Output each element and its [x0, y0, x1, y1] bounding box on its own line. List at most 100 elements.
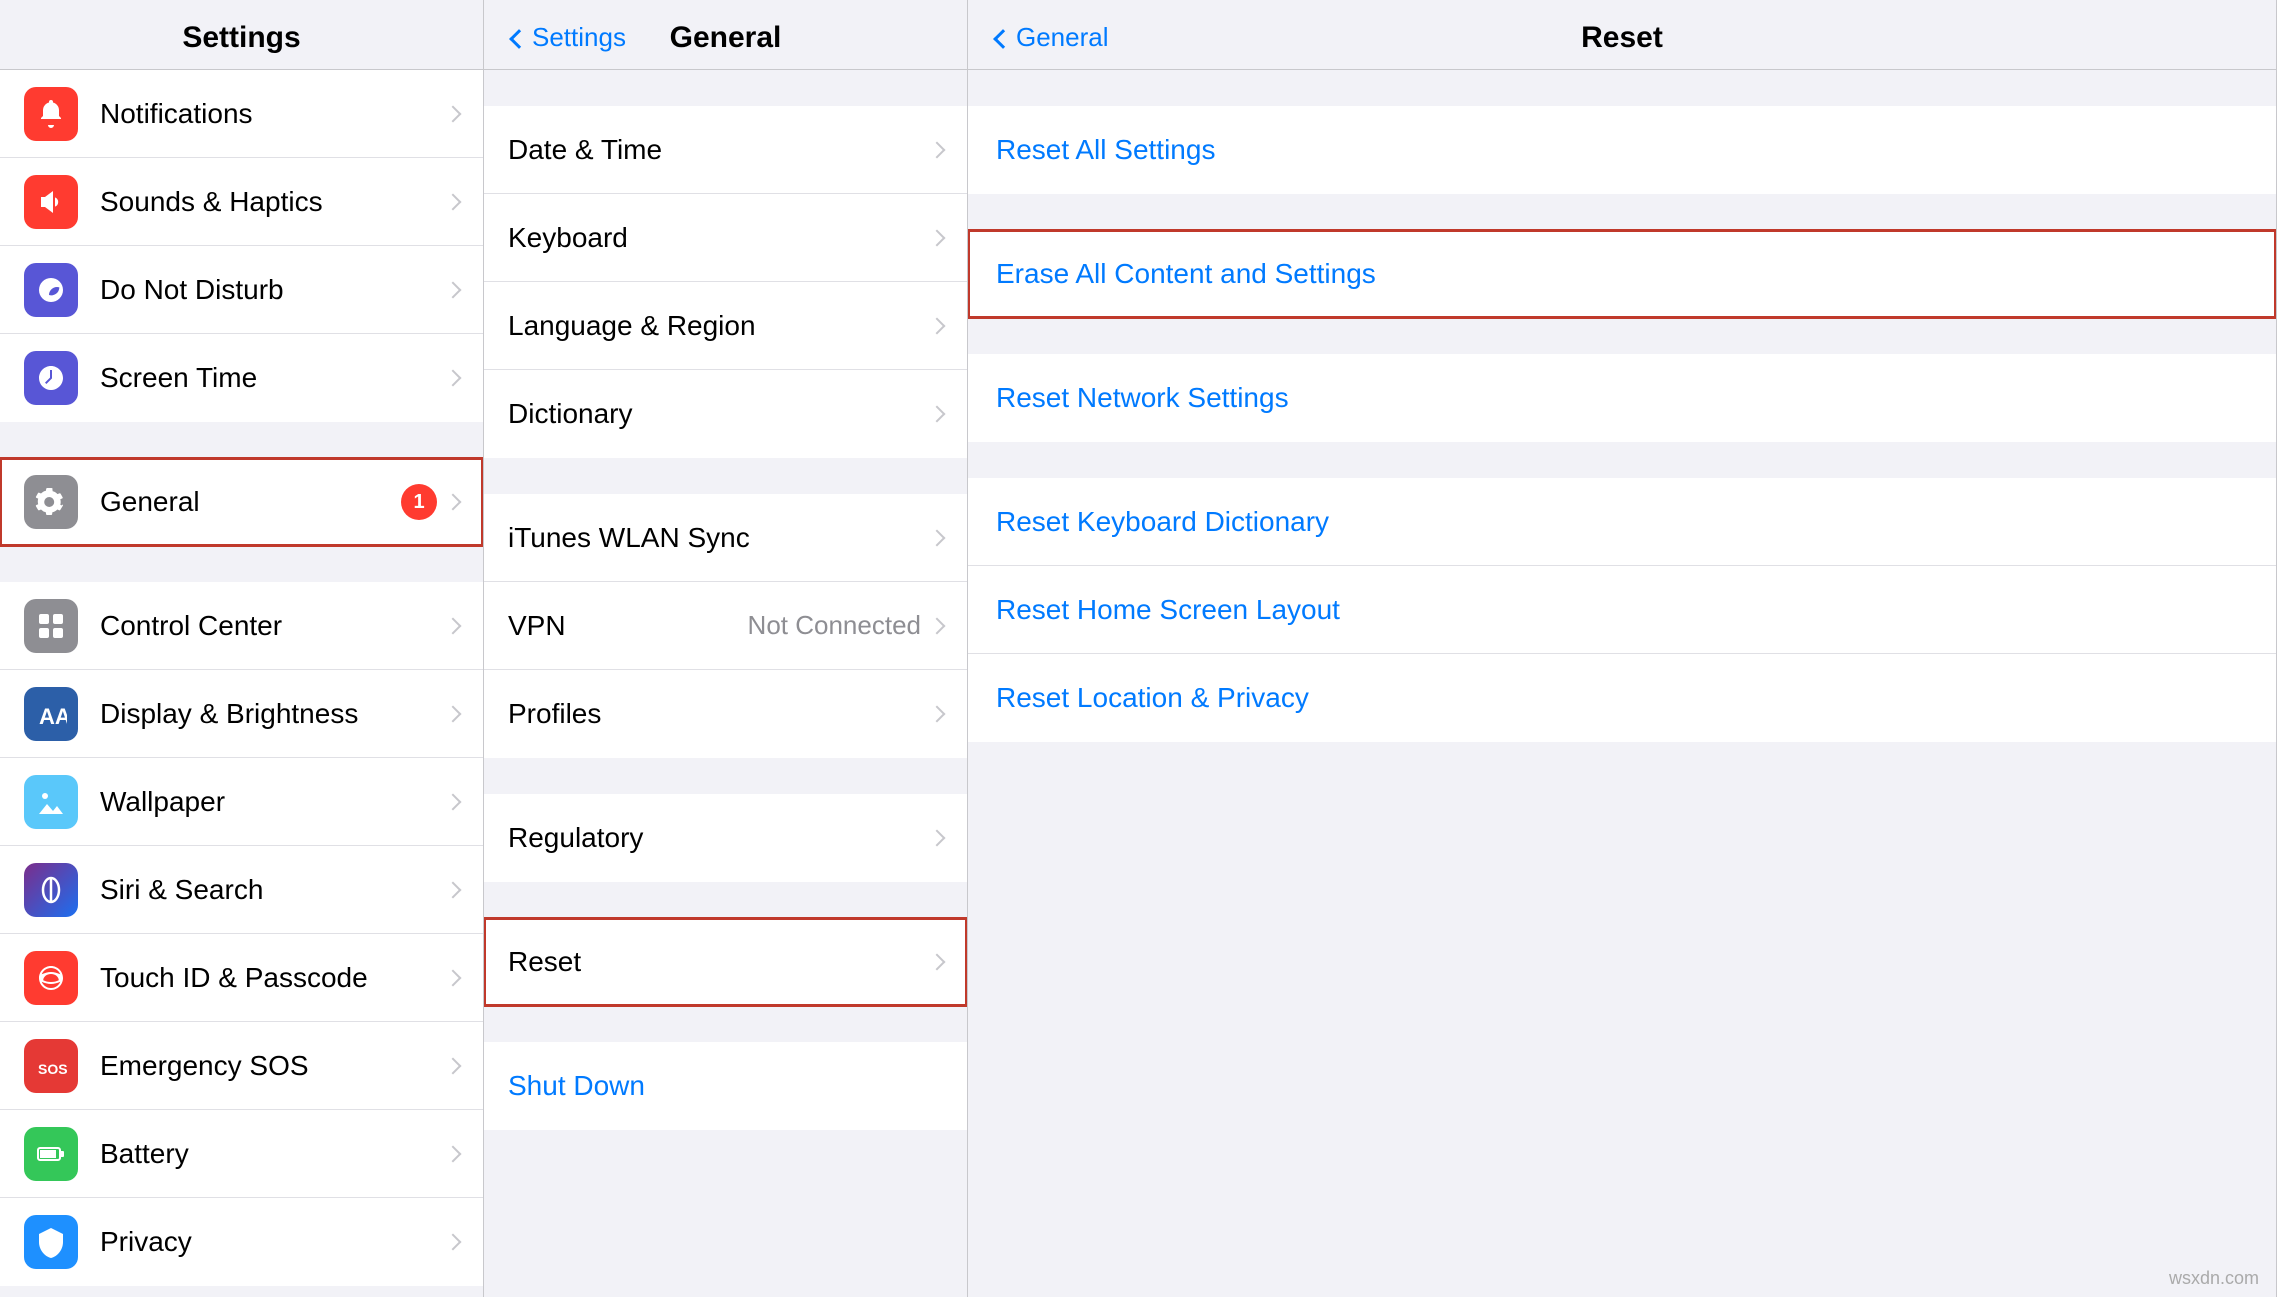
reset-label: Reset — [508, 946, 931, 978]
reset-row-erase-all[interactable]: Erase All Content and Settings — [968, 230, 2276, 318]
settings-row-sounds[interactable]: Sounds & Haptics — [0, 158, 483, 246]
siri-icon — [24, 863, 78, 917]
dictionary-chevron — [929, 406, 946, 423]
reset-panel-header: General Reset — [968, 0, 2276, 70]
general-list: Date & Time Keyboard Language & Region D… — [484, 70, 967, 1297]
settings-title: Settings — [182, 21, 300, 55]
date-time-label: Date & Time — [508, 134, 931, 166]
profiles-label: Profiles — [508, 698, 931, 730]
back-chevron-icon — [509, 29, 529, 49]
siri-chevron — [445, 881, 462, 898]
watermark: wsxdn.com — [2169, 1268, 2259, 1289]
screen-time-chevron — [445, 370, 462, 387]
general-row-regulatory[interactable]: Regulatory — [484, 794, 967, 882]
reset-row-keyboard-dict[interactable]: Reset Keyboard Dictionary — [968, 478, 2276, 566]
settings-group-general: General 1 — [0, 458, 483, 546]
reset-group-2: Erase All Content and Settings — [968, 230, 2276, 318]
sounds-label: Sounds & Haptics — [100, 186, 447, 218]
reset-row-location[interactable]: Reset Location & Privacy — [968, 654, 2276, 742]
emergency-sos-chevron — [445, 1057, 462, 1074]
keyboard-label: Keyboard — [508, 222, 931, 254]
control-center-chevron — [445, 617, 462, 634]
do-not-disturb-label: Do Not Disturb — [100, 274, 447, 306]
general-row-shutdown[interactable]: Shut Down — [484, 1042, 967, 1130]
vpn-value: Not Connected — [748, 610, 921, 641]
general-divider-4 — [484, 1006, 967, 1042]
settings-row-touch-id[interactable]: Touch ID & Passcode — [0, 934, 483, 1022]
notifications-chevron — [445, 105, 462, 122]
settings-row-emergency-sos[interactable]: SOS Emergency SOS — [0, 1022, 483, 1110]
wallpaper-label: Wallpaper — [100, 786, 447, 818]
sounds-chevron — [445, 193, 462, 210]
vpn-chevron — [929, 617, 946, 634]
general-row-date-time[interactable]: Date & Time — [484, 106, 967, 194]
reset-location-label: Reset Location & Privacy — [996, 682, 1309, 714]
reset-back-button[interactable]: General — [996, 22, 1109, 53]
general-divider-3 — [484, 882, 967, 918]
reset-divider-1 — [968, 194, 2276, 230]
wallpaper-chevron — [445, 793, 462, 810]
settings-row-control-center[interactable]: Control Center — [0, 582, 483, 670]
emergency-sos-icon: SOS — [24, 1039, 78, 1093]
shutdown-label: Shut Down — [508, 1070, 943, 1102]
vpn-label: VPN — [508, 610, 748, 642]
settings-row-battery[interactable]: Battery — [0, 1110, 483, 1198]
general-row-vpn[interactable]: VPN Not Connected — [484, 582, 967, 670]
general-back-button[interactable]: Settings — [512, 22, 626, 53]
general-top-divider — [484, 70, 967, 106]
reset-chevron — [929, 954, 946, 971]
reset-top-divider — [968, 70, 2276, 106]
keyboard-chevron — [929, 229, 946, 246]
reset-row-home-screen[interactable]: Reset Home Screen Layout — [968, 566, 2276, 654]
reset-divider-3 — [968, 442, 2276, 478]
settings-row-wallpaper[interactable]: Wallpaper — [0, 758, 483, 846]
general-label: General — [100, 486, 401, 518]
settings-list: Notifications Sounds & Haptics Do Not Di… — [0, 70, 483, 1297]
privacy-chevron — [445, 1234, 462, 1251]
settings-group-top: Notifications Sounds & Haptics Do Not Di… — [0, 70, 483, 422]
settings-row-notifications[interactable]: Notifications — [0, 70, 483, 158]
general-group-reset: Reset — [484, 918, 967, 1006]
settings-row-do-not-disturb[interactable]: Do Not Disturb — [0, 246, 483, 334]
settings-row-general[interactable]: General 1 — [0, 458, 483, 546]
dictionary-label: Dictionary — [508, 398, 931, 430]
reset-all-settings-label: Reset All Settings — [996, 134, 1215, 166]
settings-panel-header: Settings — [0, 0, 483, 70]
general-row-keyboard[interactable]: Keyboard — [484, 194, 967, 282]
general-title: General — [670, 21, 782, 55]
svg-text:SOS: SOS — [38, 1061, 67, 1077]
general-row-itunes[interactable]: iTunes WLAN Sync — [484, 494, 967, 582]
regulatory-label: Regulatory — [508, 822, 931, 854]
privacy-icon — [24, 1215, 78, 1269]
general-divider-2 — [484, 758, 967, 794]
general-badge: 1 — [401, 484, 437, 520]
do-not-disturb-icon — [24, 263, 78, 317]
settings-row-siri[interactable]: Siri & Search — [0, 846, 483, 934]
battery-label: Battery — [100, 1138, 447, 1170]
general-row-profiles[interactable]: Profiles — [484, 670, 967, 758]
reset-row-all-settings[interactable]: Reset All Settings — [968, 106, 2276, 194]
divider-1 — [0, 422, 483, 458]
general-row-dictionary[interactable]: Dictionary — [484, 370, 967, 458]
display-icon: AA — [24, 687, 78, 741]
general-row-language[interactable]: Language & Region — [484, 282, 967, 370]
profiles-chevron — [929, 706, 946, 723]
reset-row-network[interactable]: Reset Network Settings — [968, 354, 2276, 442]
general-row-reset[interactable]: Reset — [484, 918, 967, 1006]
language-label: Language & Region — [508, 310, 931, 342]
control-center-icon — [24, 599, 78, 653]
settings-row-screen-time[interactable]: Screen Time — [0, 334, 483, 422]
settings-row-display[interactable]: AA Display & Brightness — [0, 670, 483, 758]
general-divider-1 — [484, 458, 967, 494]
settings-row-privacy[interactable]: Privacy — [0, 1198, 483, 1286]
touch-id-chevron — [445, 969, 462, 986]
siri-label: Siri & Search — [100, 874, 447, 906]
reset-list: Reset All Settings Erase All Content and… — [968, 70, 2276, 1297]
itunes-chevron — [929, 529, 946, 546]
date-time-chevron — [929, 141, 946, 158]
general-panel-header: Settings General — [484, 0, 967, 70]
touch-id-label: Touch ID & Passcode — [100, 962, 447, 994]
regulatory-chevron — [929, 830, 946, 847]
reset-keyboard-label: Reset Keyboard Dictionary — [996, 506, 1329, 538]
general-header-inner: Settings General — [512, 21, 939, 55]
